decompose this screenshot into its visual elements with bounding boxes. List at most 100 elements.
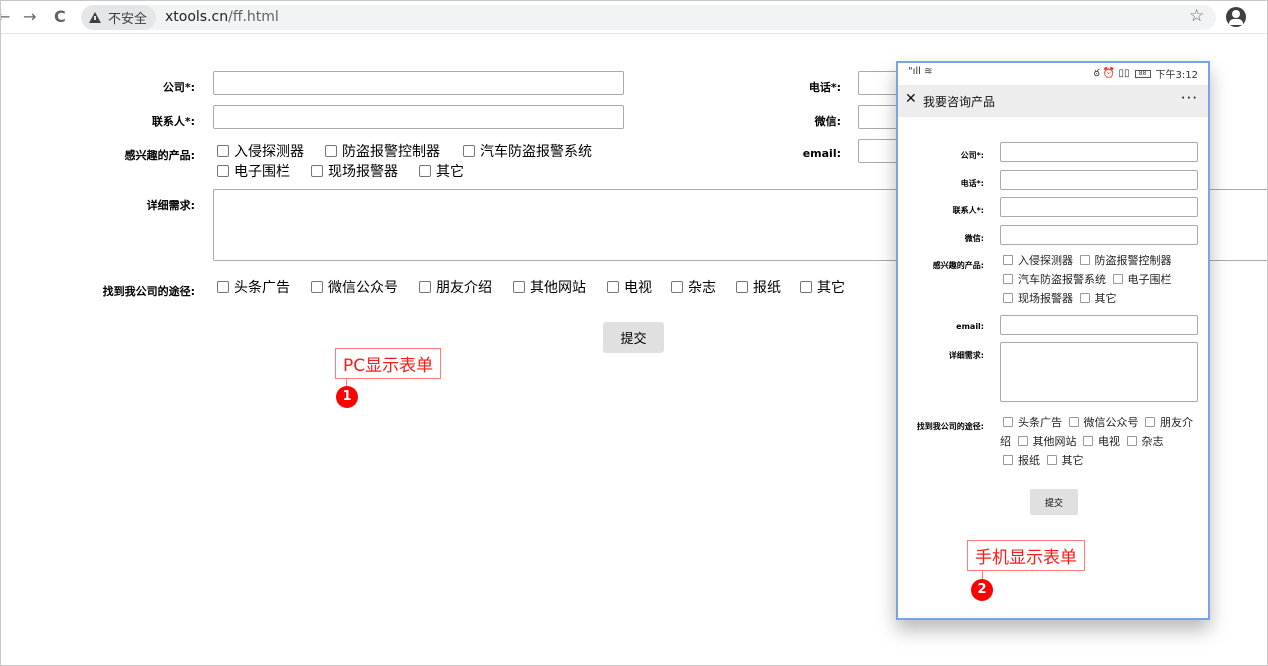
checkbox-icon[interactable] xyxy=(1079,293,1090,303)
m-source-label-text: 微信公众号 xyxy=(1083,416,1139,429)
profile-avatar-icon[interactable] xyxy=(1226,7,1246,27)
address-bar[interactable]: 不安全 xtools.cn/ff.html xyxy=(81,5,1216,30)
product-checkbox[interactable]: 汽车防盗报警系统 xyxy=(463,141,592,161)
company-input[interactable] xyxy=(213,71,624,95)
close-icon[interactable]: ✕ xyxy=(905,91,917,107)
checkbox-icon[interactable] xyxy=(419,281,431,293)
checkbox-icon[interactable] xyxy=(419,165,431,177)
product-checkbox[interactable]: 入侵探测器 xyxy=(217,141,304,161)
forward-icon[interactable]: → xyxy=(23,7,36,27)
m-source-option[interactable]: 报纸 xyxy=(1000,454,1040,467)
checkbox-icon[interactable] xyxy=(311,165,323,177)
back-icon[interactable]: ← xyxy=(1,7,10,27)
checkbox-icon[interactable] xyxy=(325,145,337,157)
checkbox-icon[interactable] xyxy=(1145,417,1155,427)
product-checkbox[interactable]: 现场报警器 xyxy=(311,161,398,181)
source-checkbox[interactable]: 其他网站 xyxy=(513,277,586,297)
m-submit-button[interactable]: 提交 xyxy=(1030,489,1078,515)
m-source-label: 找到我公司的途径: xyxy=(916,422,984,431)
source-checkbox[interactable]: 其它 xyxy=(800,277,845,297)
product-option-label: 入侵探测器 xyxy=(234,144,304,160)
checkbox-icon[interactable] xyxy=(463,145,475,157)
products-label: 感兴趣的产品: xyxy=(124,149,195,162)
m-product-option[interactable]: 汽车防盗报警系统 xyxy=(1000,273,1106,286)
checkbox-icon[interactable] xyxy=(671,281,683,293)
warning-icon xyxy=(89,12,101,23)
phone-label: 电话*: xyxy=(808,81,841,94)
security-indicator[interactable]: 不安全 xyxy=(81,5,157,30)
m-source-option[interactable]: 杂志 xyxy=(1124,435,1164,448)
more-icon[interactable]: ··· xyxy=(1181,89,1198,107)
checkbox-icon[interactable] xyxy=(1068,417,1079,427)
m-details-textarea[interactable] xyxy=(1000,342,1198,402)
checkbox-icon[interactable] xyxy=(1003,274,1013,284)
m-wechat-input[interactable] xyxy=(1000,225,1198,245)
m-source-group: 头条广告 微信公众号 朋友介绍 其他网站 电视 杂志 报纸 其它 xyxy=(1000,413,1200,470)
product-checkbox[interactable]: 电子围栏 xyxy=(217,161,290,181)
m-source-option[interactable]: 头条广告 xyxy=(1000,416,1062,429)
checkbox-icon[interactable] xyxy=(1003,255,1013,265)
checkbox-icon[interactable] xyxy=(513,281,525,293)
m-product-label: 入侵探测器 xyxy=(1018,254,1073,267)
product-checkbox[interactable]: 其它 xyxy=(419,161,464,181)
checkbox-icon[interactable] xyxy=(1003,417,1013,427)
wechat-header: ✕ 我要咨询产品 ··· xyxy=(898,85,1208,117)
contact-input[interactable] xyxy=(213,105,624,129)
source-checkbox[interactable]: 微信公众号 xyxy=(311,277,398,297)
battery-icon: 88 xyxy=(1134,69,1151,78)
signal-wifi-icon: "ıll ≋ xyxy=(908,66,933,77)
m-product-option[interactable]: 防盗报警控制器 xyxy=(1077,254,1172,267)
checkbox-icon[interactable] xyxy=(1017,436,1028,446)
source-checkbox[interactable]: 报纸 xyxy=(736,277,781,297)
m-source-option[interactable]: 其他网站 xyxy=(1015,435,1077,448)
m-product-label: 其它 xyxy=(1094,292,1117,305)
product-option-label: 汽车防盗报警系统 xyxy=(480,144,592,160)
m-contact-input[interactable] xyxy=(1000,197,1198,217)
m-product-label: 防盗报警控制器 xyxy=(1094,254,1172,267)
m-source-option[interactable]: 微信公众号 xyxy=(1066,416,1139,429)
product-checkbox[interactable]: 防盗报警控制器 xyxy=(325,141,440,161)
checkbox-icon[interactable] xyxy=(217,281,229,293)
checkbox-icon[interactable] xyxy=(1003,293,1013,303)
m-source-label-text: 杂志 xyxy=(1141,435,1164,448)
bookmark-star-icon[interactable]: ☆ xyxy=(1189,6,1204,26)
checkbox-icon[interactable] xyxy=(217,145,229,157)
m-company-input[interactable] xyxy=(1000,142,1198,162)
source-option-label: 微信公众号 xyxy=(328,280,398,296)
m-products-group: 入侵探测器 防盗报警控制器 汽车防盗报警系统 电子围栏 现场报警器 其它 xyxy=(1000,251,1200,308)
browser-menu-icon[interactable]: ⋮ xyxy=(1260,6,1267,25)
checkbox-icon[interactable] xyxy=(311,281,323,293)
mobile-form-callout: 手机显示表单 xyxy=(967,540,1085,571)
m-email-input[interactable] xyxy=(1000,315,1198,335)
m-phone-label: 电话*: xyxy=(960,179,984,188)
product-option-label: 其它 xyxy=(436,164,464,180)
source-checkbox[interactable]: 杂志 xyxy=(671,277,716,297)
m-wechat-label: 微信: xyxy=(964,234,984,243)
source-option-label: 杂志 xyxy=(688,280,716,296)
m-product-option[interactable]: 电子围栏 xyxy=(1110,273,1172,286)
m-source-option[interactable]: 其它 xyxy=(1044,454,1084,467)
checkbox-icon[interactable] xyxy=(1003,455,1013,465)
pc-submit-button[interactable]: 提交 xyxy=(603,322,664,353)
checkbox-icon[interactable] xyxy=(1112,274,1123,284)
checkbox-icon[interactable] xyxy=(607,281,619,293)
checkbox-icon[interactable] xyxy=(1046,455,1057,465)
m-product-option[interactable]: 现场报警器 xyxy=(1000,292,1073,305)
m-source-option[interactable]: 电视 xyxy=(1080,435,1120,448)
m-product-label: 现场报警器 xyxy=(1018,292,1073,305)
source-checkbox[interactable]: 电视 xyxy=(607,277,652,297)
wechat-label: 微信: xyxy=(814,115,841,128)
checkbox-icon[interactable] xyxy=(217,165,229,177)
m-phone-input[interactable] xyxy=(1000,170,1198,190)
source-checkbox[interactable]: 朋友介绍 xyxy=(419,277,492,297)
checkbox-icon[interactable] xyxy=(736,281,748,293)
url-text: xtools.cn/ff.html xyxy=(165,9,279,25)
checkbox-icon[interactable] xyxy=(1079,255,1090,265)
checkbox-icon[interactable] xyxy=(1126,436,1137,446)
checkbox-icon[interactable] xyxy=(1083,436,1093,446)
m-product-option[interactable]: 入侵探测器 xyxy=(1000,254,1073,267)
checkbox-icon[interactable] xyxy=(800,281,812,293)
source-checkbox[interactable]: 头条广告 xyxy=(217,277,290,297)
reload-icon[interactable]: C xyxy=(54,7,66,27)
m-product-option[interactable]: 其它 xyxy=(1077,292,1117,305)
